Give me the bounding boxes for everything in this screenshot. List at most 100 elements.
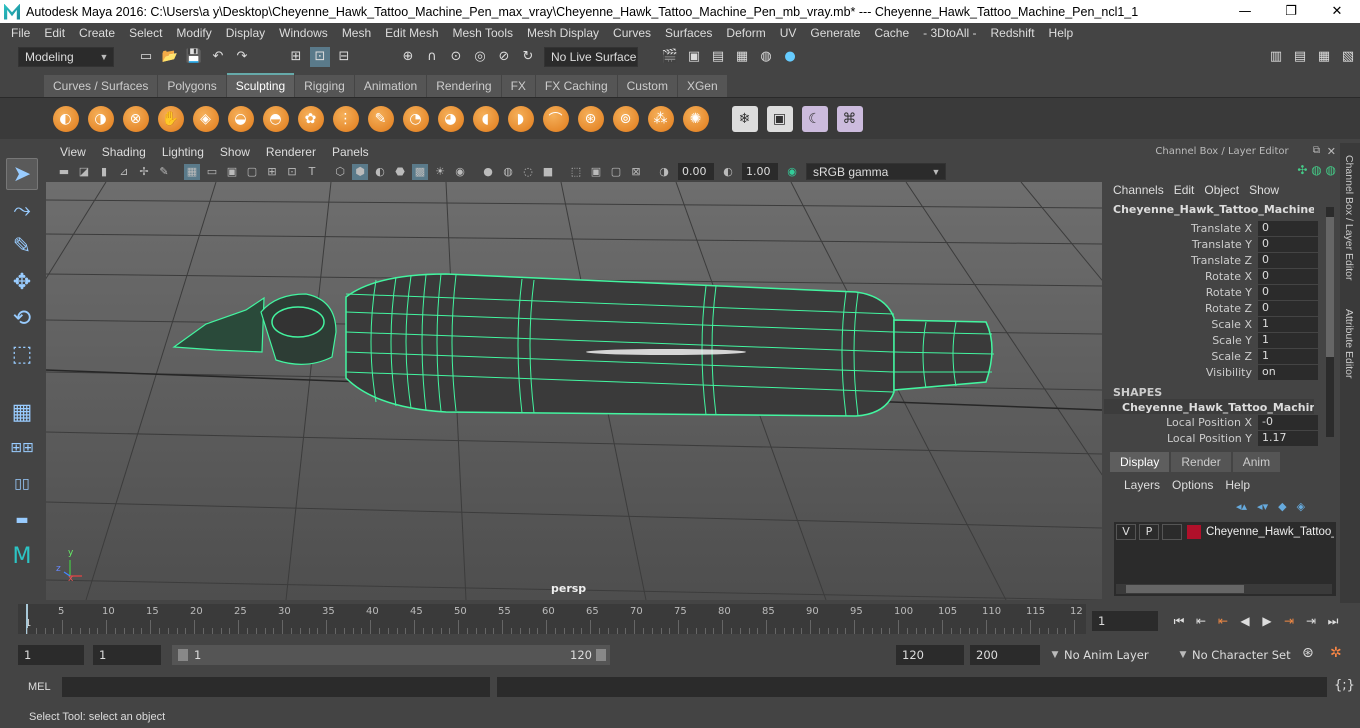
range-end-handle[interactable]: [596, 649, 606, 661]
snap-surface-icon[interactable]: ⊘: [494, 47, 514, 67]
knife-tool-icon[interactable]: ◗: [507, 105, 534, 132]
play-forwards-icon[interactable]: ▶: [1256, 614, 1278, 628]
scene-start-field[interactable]: 1: [18, 645, 84, 665]
step-forward-key-icon[interactable]: ⇥: [1300, 614, 1322, 628]
panel-menu-show[interactable]: Show: [212, 145, 258, 159]
panel-menu-renderer[interactable]: Renderer: [258, 145, 324, 159]
attr-row-rotate-y[interactable]: Rotate Y 0: [1104, 284, 1340, 300]
outliner-layout-icon[interactable]: ▬: [6, 504, 38, 536]
attr-value[interactable]: 1: [1258, 348, 1318, 364]
menu-generate[interactable]: Generate: [803, 26, 867, 40]
play-backwards-icon[interactable]: ◀: [1234, 614, 1256, 628]
panel-menu-shading[interactable]: Shading: [94, 145, 154, 159]
layer-display-type[interactable]: [1162, 524, 1182, 540]
xray-joints-icon[interactable]: ▢: [608, 164, 624, 180]
grab-tool-icon[interactable]: ✋: [157, 105, 184, 132]
gamma-field[interactable]: 1.00: [742, 163, 778, 180]
auto-key-icon[interactable]: ⊛: [1302, 645, 1314, 661]
attr-value[interactable]: on: [1258, 364, 1318, 380]
sculpt-deformer-icon[interactable]: ☾: [801, 105, 828, 132]
layer-list-scroll-thumb[interactable]: [1126, 585, 1244, 593]
bookmark-icon[interactable]: ▮: [96, 164, 112, 180]
playback-end-field[interactable]: 120: [896, 645, 964, 665]
shadows-icon[interactable]: ◉: [452, 164, 468, 180]
imprint-tool-icon[interactable]: ✎: [367, 105, 394, 132]
attr-value[interactable]: 1: [1258, 332, 1318, 348]
toggle-channel-box-icon[interactable]: ▧: [1338, 47, 1358, 67]
maya-home-icon[interactable]: M: [6, 540, 38, 572]
menu-3dtoall[interactable]: - 3DtoAll -: [916, 26, 983, 40]
safe-title-icon[interactable]: T: [304, 164, 320, 180]
step-forward-frame-icon[interactable]: ⇥: [1278, 614, 1300, 628]
menu-help[interactable]: Help: [1042, 26, 1081, 40]
motion-blur-icon[interactable]: ◍: [500, 164, 516, 180]
attr-row-translate-x[interactable]: Translate X 0: [1104, 220, 1340, 236]
grease-pencil-icon[interactable]: ✎: [156, 164, 172, 180]
relax-tool-icon[interactable]: ⊗: [122, 105, 149, 132]
script-editor-icon[interactable]: {;}: [1334, 678, 1355, 693]
smooth-shade-icon[interactable]: ⬢: [352, 163, 368, 180]
color-management-icon[interactable]: ◉: [784, 164, 800, 180]
panel-menu-lighting[interactable]: Lighting: [154, 145, 212, 159]
range-slider[interactable]: 1 120: [172, 645, 610, 665]
select-hierarchy-icon[interactable]: ⊞: [286, 47, 306, 67]
sculpt-tool-icon[interactable]: ◐: [52, 105, 79, 132]
depth-of-field-icon[interactable]: ■: [540, 164, 556, 180]
attr-value[interactable]: 0: [1258, 252, 1318, 268]
screen-space-ao-icon[interactable]: ●: [480, 164, 496, 180]
redo-icon[interactable]: ↷: [232, 47, 252, 67]
image-plane-icon[interactable]: ⊿: [116, 164, 132, 180]
panel-menu-panels[interactable]: Panels: [324, 145, 377, 159]
new-layer-icon[interactable]: ◆: [1278, 500, 1286, 513]
attr-value[interactable]: 0: [1258, 220, 1318, 236]
layer-color-swatch[interactable]: [1187, 525, 1201, 539]
toggle-attributes-icon[interactable]: ▦: [1314, 47, 1334, 67]
render-settings-icon[interactable]: ▦: [732, 47, 752, 67]
live-surface-icon[interactable]: ↻: [518, 47, 538, 67]
attr-row-translate-z[interactable]: Translate Z 0: [1104, 252, 1340, 268]
select-component-icon[interactable]: ⊟: [334, 47, 354, 67]
layer-tab-anim[interactable]: Anim: [1232, 452, 1281, 472]
menu-mesh[interactable]: Mesh: [335, 26, 378, 40]
new-scene-icon[interactable]: ▭: [136, 47, 156, 67]
textured-icon[interactable]: ▩: [412, 163, 428, 180]
layer-row[interactable]: V P Cheyenne_Hawk_Tattoo_: [1114, 522, 1336, 542]
channel-menu-channels[interactable]: Channels: [1108, 183, 1169, 197]
spray-tool-icon[interactable]: ✿: [297, 105, 324, 132]
scrape-tool-icon[interactable]: ◕: [437, 105, 464, 132]
select-object-icon[interactable]: ⊡: [310, 46, 330, 67]
current-frame-field[interactable]: 1: [1092, 611, 1158, 631]
menu-windows[interactable]: Windows: [272, 26, 335, 40]
menu-display[interactable]: Display: [219, 26, 272, 40]
snap-grid-icon[interactable]: ⊕: [398, 47, 418, 67]
tab-fx-caching[interactable]: FX Caching: [535, 75, 617, 97]
selected-object-name[interactable]: Cheyenne_Hawk_Tattoo_Machine_Pe...: [1104, 197, 1314, 216]
2d-pan-zoom-icon[interactable]: ✢: [136, 164, 152, 180]
layer-name[interactable]: Cheyenne_Hawk_Tattoo_: [1206, 526, 1334, 538]
layer-menu-layers[interactable]: Layers: [1118, 478, 1166, 492]
go-to-end-icon[interactable]: ⏭: [1322, 614, 1344, 629]
camera-select-icon[interactable]: ▬: [56, 164, 72, 180]
panel-menu-view[interactable]: View: [52, 145, 94, 159]
menu-cache[interactable]: Cache: [867, 26, 916, 40]
exposure-icon[interactable]: ◑: [656, 164, 672, 180]
menu-edit-mesh[interactable]: Edit Mesh: [378, 26, 445, 40]
render-view-icon[interactable]: 🎬: [660, 47, 680, 67]
time-slider[interactable]: 1 5 10 15 20 25 30 35 40 45 50 55 60 65 70 75 80 85 90 95 1…: [18, 604, 1086, 634]
layer-menu-help[interactable]: Help: [1219, 478, 1256, 492]
amplify-tool-icon[interactable]: ⊚: [612, 105, 639, 132]
attr-row-scale-y[interactable]: Scale Y 1: [1104, 332, 1340, 348]
hypershade-icon[interactable]: ◍: [756, 47, 776, 67]
isolate-select-icon[interactable]: ⬚: [568, 164, 584, 180]
menu-edit[interactable]: Edit: [37, 26, 72, 40]
mode-selector[interactable]: Modeling ▼: [18, 46, 114, 67]
smear-tool-icon[interactable]: ⌒: [542, 105, 569, 132]
attr-value[interactable]: 0: [1258, 236, 1318, 252]
attr-row-local-position-y[interactable]: Local Position Y 1.17: [1104, 430, 1340, 446]
lasso-tool-icon[interactable]: ⤳: [6, 194, 38, 226]
open-scene-icon[interactable]: 📂: [160, 47, 180, 67]
channel-options-icon[interactable]: ✣ ◍ ◍: [1297, 163, 1336, 177]
attr-value[interactable]: 0: [1258, 268, 1318, 284]
texture-deformer-icon[interactable]: ⌘: [836, 105, 863, 132]
animation-preferences-icon[interactable]: ✲: [1330, 645, 1342, 661]
